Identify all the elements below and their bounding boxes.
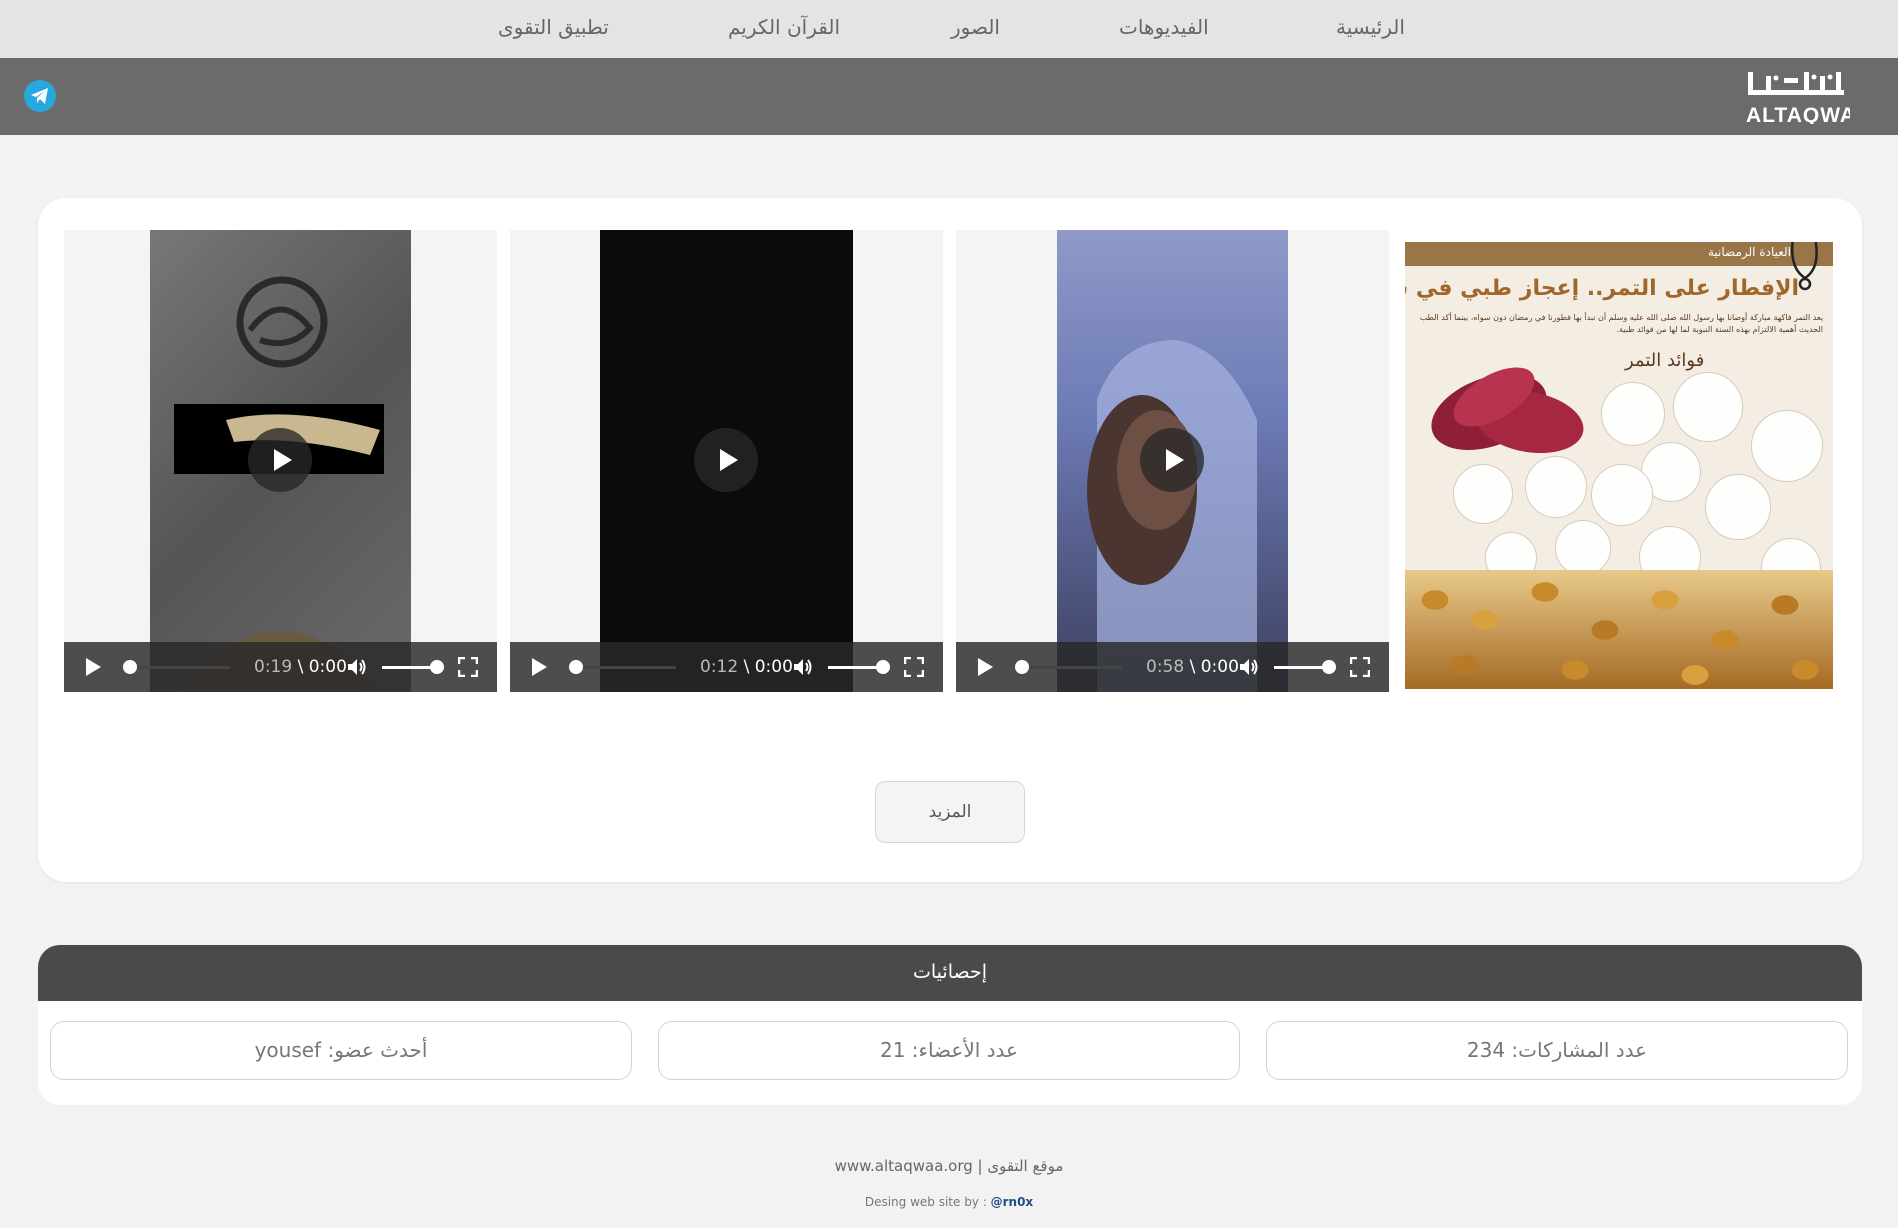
dates-illustration: [1431, 367, 1584, 454]
infographic-band-label: العيادة الرمضانية: [1708, 245, 1791, 259]
play-icon[interactable]: [978, 658, 993, 676]
stats-title: إحصائيات: [913, 961, 987, 983]
more-button[interactable]: المزيد: [875, 781, 1025, 843]
fullscreen-icon[interactable]: [458, 657, 478, 677]
footer-credit: Desing web site by : @rn0x: [0, 1195, 1898, 1209]
volume-slider[interactable]: [1274, 666, 1326, 669]
stat-members: عدد الأعضاء: 21: [658, 1021, 1240, 1080]
volume-handle[interactable]: [1322, 660, 1336, 674]
header-bar: [0, 58, 1898, 135]
video-controls: 0:19 \ 0:00: [64, 642, 497, 692]
nav-item-videos[interactable]: الفيديوهات: [1119, 15, 1209, 39]
video-controls: 0:12 \ 0:00: [510, 642, 943, 692]
play-overlay-button[interactable]: [694, 428, 758, 492]
current-time: 0:00: [308, 657, 347, 677]
fullscreen-icon[interactable]: [904, 657, 924, 677]
stat-newest-member: أحدث عضو: yousef: [50, 1021, 632, 1080]
stat-posts: عدد المشاركات: 234: [1266, 1021, 1848, 1080]
seek-handle[interactable]: [1015, 660, 1029, 674]
video-player[interactable]: 0:58 \ 0:00: [956, 230, 1389, 692]
benefit-bubble: [1591, 464, 1653, 526]
play-icon[interactable]: [86, 658, 101, 676]
seek-bar[interactable]: [572, 666, 676, 669]
volume-icon[interactable]: [346, 657, 368, 677]
seek-handle[interactable]: [123, 660, 137, 674]
credit-prefix: Desing web site by :: [864, 1195, 987, 1209]
seek-bar[interactable]: [126, 666, 230, 669]
time-display: 0:58 \ 0:00: [1146, 657, 1239, 677]
benefit-bubble: [1555, 520, 1611, 576]
telegram-icon[interactable]: [24, 80, 56, 112]
play-overlay-button[interactable]: [1140, 428, 1204, 492]
volume-slider[interactable]: [382, 666, 434, 669]
duration: 0:12: [700, 657, 739, 677]
seek-handle[interactable]: [569, 660, 583, 674]
benefit-bubble: [1525, 456, 1587, 518]
time-display: 0:12 \ 0:00: [700, 657, 793, 677]
seek-bar[interactable]: [1018, 666, 1122, 669]
volume-handle[interactable]: [430, 660, 444, 674]
top-nav: الرئيسية الفيديوهات الصور القرآن الكريم …: [0, 0, 1898, 58]
benefit-bubble: [1673, 372, 1743, 442]
nav-item-images[interactable]: الصور: [951, 15, 1000, 39]
infographic-heading: فوائد التمر: [1625, 350, 1705, 371]
nav-item-app[interactable]: تطبيق التقوى: [498, 15, 609, 39]
volume-icon[interactable]: [792, 657, 814, 677]
volume-handle[interactable]: [876, 660, 890, 674]
benefit-bubble: [1751, 410, 1823, 482]
stats-panel: إحصائيات عدد المشاركات: 234 عدد الأعضاء:…: [38, 945, 1862, 1105]
footer-site: www.altaqwaa.org | موقع التقوى: [834, 1157, 1064, 1175]
play-overlay-button[interactable]: [248, 428, 312, 492]
video-controls: 0:58 \ 0:00: [956, 642, 1389, 692]
credit-link[interactable]: @rn0x: [991, 1195, 1034, 1209]
volume-slider[interactable]: [828, 666, 880, 669]
volume-icon[interactable]: [1238, 657, 1260, 677]
video-player[interactable]: 0:12 \ 0:00: [510, 230, 943, 692]
video-player[interactable]: 0:19 \ 0:00: [64, 230, 497, 692]
svg-text:ALTAQWA: ALTAQWA: [1746, 104, 1850, 124]
current-time: 0:00: [1200, 657, 1239, 677]
site-logo[interactable]: ALTAQWA: [1744, 72, 1855, 127]
infographic-title: الإفطار على التمر.. إعجاز طبي في سنة نبو…: [1405, 276, 1799, 301]
duration: 0:19: [254, 657, 293, 677]
play-icon[interactable]: [532, 658, 547, 676]
duration: 0:58: [1146, 657, 1185, 677]
benefit-bubble: [1601, 382, 1665, 446]
fullscreen-icon[interactable]: [1350, 657, 1370, 677]
current-time: 0:00: [754, 657, 793, 677]
nav-item-quran[interactable]: القرآن الكريم: [728, 15, 840, 39]
infographic-subtitle: يعد التمر فاكهة مباركة أوصانا بها رسول ا…: [1419, 313, 1823, 334]
benefit-bubble: [1453, 464, 1513, 524]
dates-photo: [1405, 570, 1833, 689]
infographic-image[interactable]: العيادة الرمضانية الإفطار على التمر.. إع…: [1405, 242, 1833, 689]
nav-item-home[interactable]: الرئيسية: [1336, 15, 1405, 39]
time-display: 0:19 \ 0:00: [254, 657, 347, 677]
benefit-bubble: [1705, 474, 1771, 540]
